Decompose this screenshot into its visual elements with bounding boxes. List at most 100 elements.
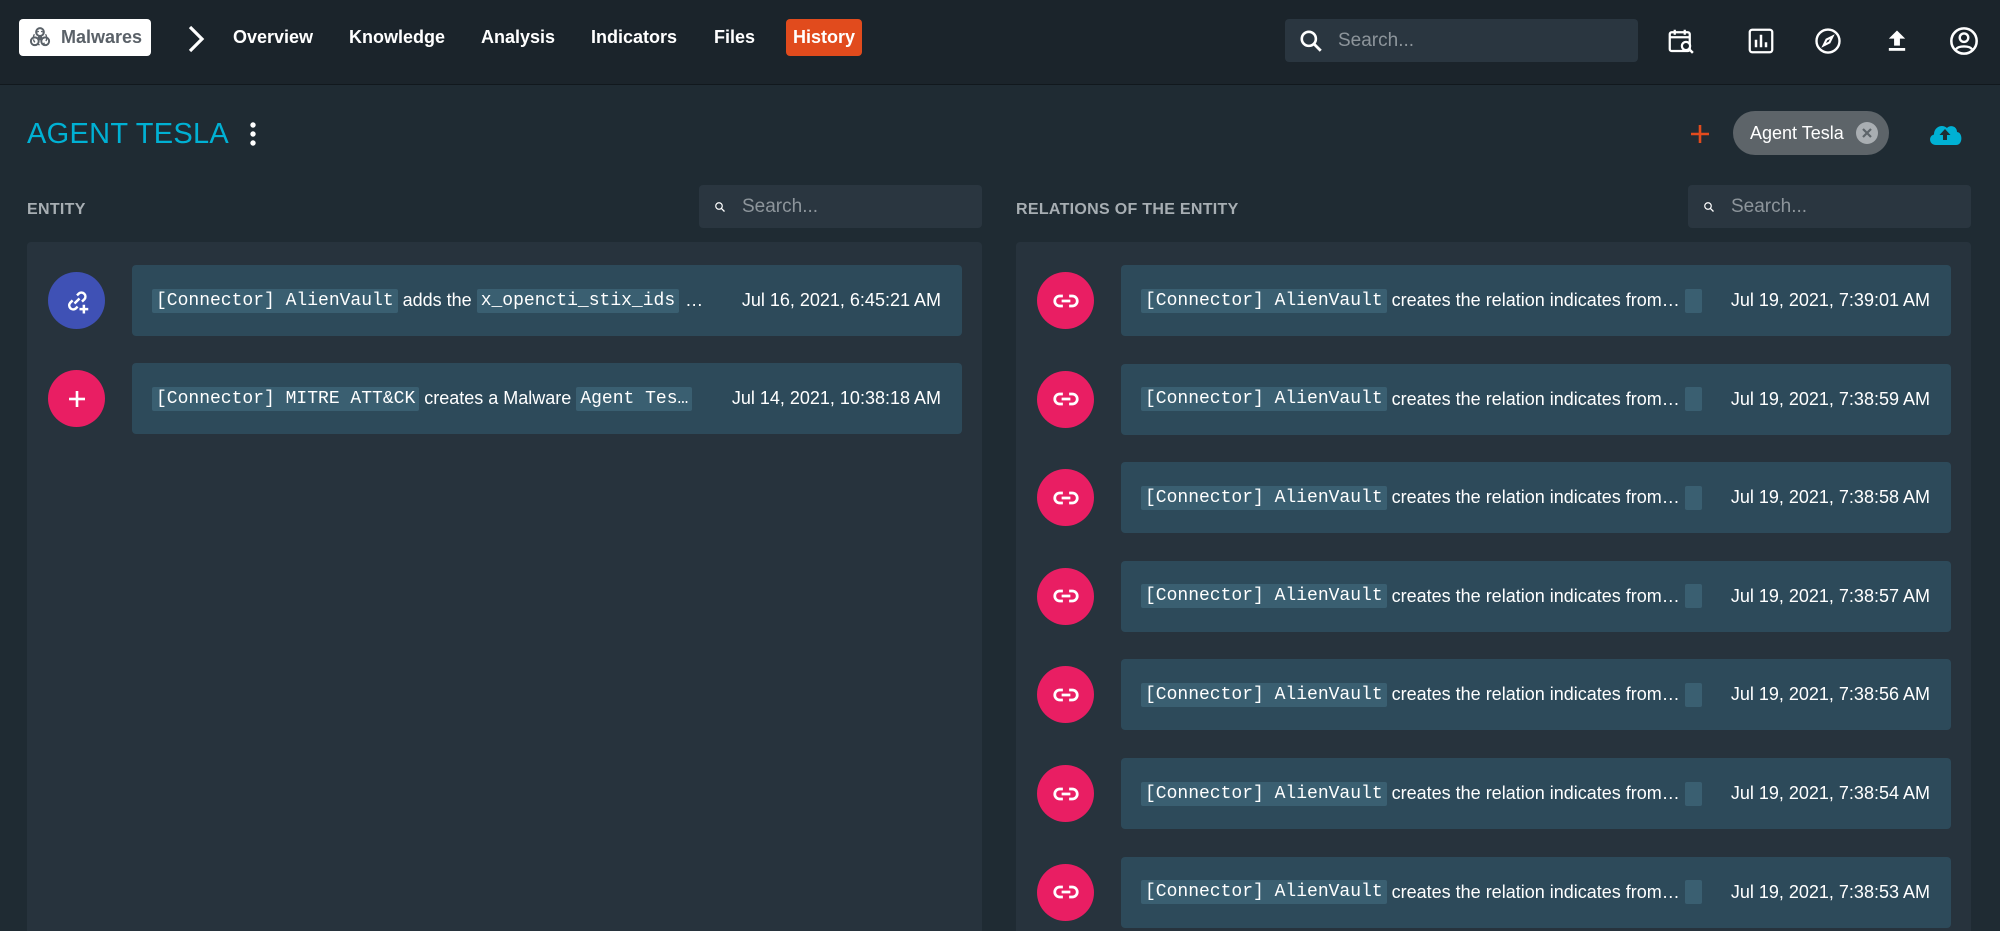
event-action: creates the relation indicates from…	[1391, 388, 1680, 409]
history-card[interactable]: [Connector] AlienVault creates the relati…	[1121, 265, 1951, 336]
close-circle-icon[interactable]	[1855, 121, 1879, 145]
object-chip: x_opencti_stix_ids	[476, 288, 680, 313]
more-vert-icon[interactable]	[243, 119, 263, 149]
event-action: creates the relation indicates from…	[1391, 684, 1680, 705]
investigate-icon[interactable]	[1665, 25, 1697, 57]
list-item: [Connector] AlienVault creates the relati…	[1037, 363, 1951, 435]
actor-chip: [Connector] AlienVault	[1141, 485, 1387, 510]
tab-overview[interactable]: Overview	[226, 19, 320, 56]
actor-chip: [Connector] AlienVault	[152, 288, 398, 313]
truncation-chip	[1684, 880, 1702, 905]
actor-chip: [Connector] AlienVault	[1141, 682, 1387, 707]
list-item: [Connector] AlienVault creates the relati…	[1037, 758, 1951, 829]
event-action: adds the	[402, 290, 472, 310]
tab-knowledge[interactable]: Knowledge	[342, 19, 452, 56]
breadcrumb-label: Malwares	[61, 27, 143, 47]
entity-search-input[interactable]	[742, 195, 982, 218]
search-icon	[1704, 201, 1714, 212]
object-chip: Agent Tes…	[576, 386, 693, 411]
truncation-chip	[1684, 485, 1702, 510]
list-item: [Connector] AlienVault creates the relati…	[1037, 462, 1951, 534]
account-icon[interactable]	[1948, 25, 1980, 57]
event-action: creates a Malware	[424, 388, 572, 408]
entity-history-panel: [Connector] AlienVault adds the x_openct…	[27, 242, 982, 931]
breadcrumb-malwares[interactable]: Malwares	[19, 19, 152, 56]
global-search-input[interactable]	[1338, 29, 1578, 52]
event-date: Jul 16, 2021, 6:45:21 AM	[741, 290, 941, 310]
entity-section-label: ENTITY	[27, 201, 86, 218]
event-date: Jul 19, 2021, 7:38:57 AM	[1730, 585, 1930, 606]
tab-indicators[interactable]: Indicators	[584, 19, 684, 56]
history-card[interactable]: [Connector] AlienVault creates the relati…	[1121, 856, 1951, 928]
actor-chip: [Connector] AlienVault	[1141, 288, 1387, 313]
top-bar: Malwares Overview Knowledge Analysis Ind…	[0, 0, 2000, 85]
link-icon	[1037, 567, 1094, 625]
global-search	[1285, 19, 1638, 62]
chevron-right-icon	[188, 25, 205, 53]
relations-section-label: RELATIONS OF THE ENTITY	[1016, 201, 1239, 218]
cloud-upload-icon[interactable]	[1926, 117, 1964, 151]
tab-files[interactable]: Files	[707, 19, 762, 56]
actor-chip: [Connector] AlienVault	[1141, 387, 1387, 412]
list-item: [Connector] AlienVault creates the relati…	[1037, 856, 1951, 928]
link-add-icon	[48, 272, 105, 329]
event-action: creates the relation indicates from…	[1391, 881, 1680, 902]
link-icon	[1037, 863, 1094, 921]
event-action: creates the relation indicates from…	[1391, 783, 1680, 803]
event-date: Jul 19, 2021, 7:38:53 AM	[1730, 881, 1930, 902]
list-item: [Connector] AlienVault creates the relati…	[1037, 560, 1951, 632]
history-card[interactable]: [Connector] AlienVault creates the relati…	[1121, 659, 1951, 731]
entity-search	[699, 185, 982, 228]
history-card[interactable]: [Connector] AlienVault creates the relati…	[1121, 758, 1951, 829]
list-item: [Connector] AlienVault creates the relati…	[1037, 265, 1951, 336]
link-icon	[1037, 765, 1094, 822]
event-date: Jul 19, 2021, 7:38:58 AM	[1730, 487, 1930, 508]
tag-chip-label: Agent Tesla	[1750, 122, 1844, 143]
dashboard-icon[interactable]	[1745, 25, 1777, 57]
truncation-chip	[1684, 682, 1702, 707]
tab-history[interactable]: History	[786, 19, 863, 56]
plus-icon	[48, 370, 105, 427]
truncation-chip	[1684, 584, 1702, 609]
actor-chip: [Connector] MITRE ATT&CK	[152, 386, 420, 411]
truncation-ellipsis: …	[685, 290, 704, 310]
history-card[interactable]: [Connector] AlienVault creates the relati…	[1121, 462, 1951, 534]
list-item: [Connector] MITRE ATT&CK creates a Malwa…	[48, 363, 962, 434]
relations-history-panel: [Connector] AlienVault creates the relati…	[1016, 242, 1971, 931]
upload-icon[interactable]	[1881, 25, 1913, 57]
event-date: Jul 19, 2021, 7:39:01 AM	[1730, 290, 1930, 310]
biohazard-icon	[29, 26, 51, 46]
link-icon	[1037, 469, 1094, 527]
relations-search-input[interactable]	[1731, 195, 1971, 218]
list-item: [Connector] AlienVault adds the x_openct…	[48, 265, 962, 336]
truncation-chip	[1684, 288, 1702, 313]
actor-chip: [Connector] AlienVault	[1141, 781, 1387, 806]
plus-icon	[1691, 125, 1709, 143]
explore-icon[interactable]	[1812, 25, 1844, 57]
search-icon	[715, 201, 725, 212]
event-date: Jul 19, 2021, 7:38:54 AM	[1730, 783, 1930, 803]
tag-chip[interactable]: Agent Tesla	[1733, 111, 1889, 155]
history-card[interactable]: [Connector] AlienVault adds the x_openct…	[132, 265, 962, 336]
history-card[interactable]: [Connector] AlienVault creates the relati…	[1121, 363, 1951, 435]
actor-chip: [Connector] AlienVault	[1141, 584, 1387, 609]
add-tag-button[interactable]	[1687, 119, 1713, 149]
tab-analysis[interactable]: Analysis	[474, 19, 562, 56]
event-action: creates the relation indicates from…	[1391, 487, 1680, 508]
link-icon	[1037, 272, 1094, 329]
event-date: Jul 14, 2021, 10:38:18 AM	[731, 388, 941, 408]
history-card[interactable]: [Connector] MITRE ATT&CK creates a Malwa…	[132, 363, 962, 434]
event-date: Jul 19, 2021, 7:38:56 AM	[1730, 684, 1930, 705]
history-card[interactable]: [Connector] AlienVault creates the relati…	[1121, 560, 1951, 632]
link-icon	[1037, 370, 1094, 428]
search-icon	[1300, 29, 1322, 52]
truncation-chip	[1684, 387, 1702, 412]
event-action: creates the relation indicates from…	[1391, 585, 1680, 606]
actor-chip: [Connector] AlienVault	[1141, 880, 1387, 905]
page-title: AGENT TESLA	[27, 118, 230, 150]
relations-search	[1688, 185, 1971, 228]
list-item: [Connector] AlienVault creates the relati…	[1037, 659, 1951, 731]
truncation-chip	[1684, 781, 1702, 806]
event-action: creates the relation indicates from…	[1391, 290, 1680, 310]
event-date: Jul 19, 2021, 7:38:59 AM	[1730, 388, 1930, 409]
